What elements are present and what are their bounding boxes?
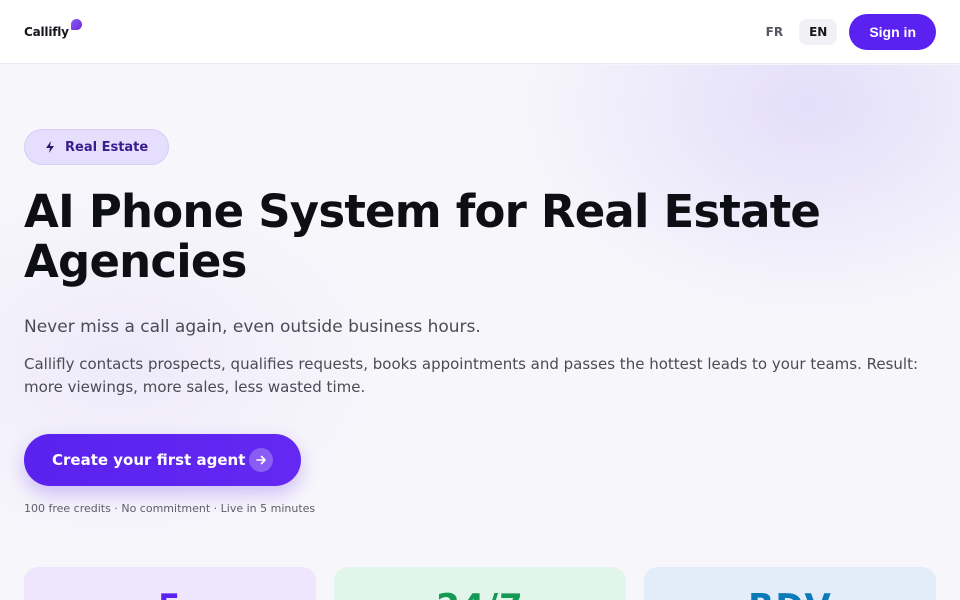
logo-mark-icon <box>70 18 82 30</box>
language-fr-button[interactable]: FR <box>756 19 793 45</box>
hero-section: Real Estate AI Phone System for Real Est… <box>0 65 960 600</box>
stat-value: RDV <box>644 587 936 600</box>
industry-badge: Real Estate <box>24 129 170 165</box>
header-actions: FR EN Sign in <box>756 13 936 50</box>
badge-label: Real Estate <box>65 139 149 155</box>
stat-value: 24/7 <box>334 587 626 600</box>
arrow-right-icon <box>249 448 273 472</box>
stat-card: 24/7 <box>334 567 626 600</box>
create-agent-button[interactable]: Create your first agent <box>24 434 301 486</box>
stat-card: RDV <box>644 567 936 600</box>
hero-subtitle: Never miss a call again, even outside bu… <box>24 317 481 337</box>
language-en-button[interactable]: EN <box>799 18 838 45</box>
logo[interactable]: Callifly <box>24 18 82 39</box>
logo-text: Callifly <box>24 24 69 39</box>
hero-description: Callifly contacts prospects, qualifies r… <box>24 355 919 396</box>
sign-in-button[interactable]: Sign in <box>849 13 936 50</box>
top-navbar: Callifly FR EN Sign in <box>0 0 960 64</box>
stat-card: 5 <box>24 567 316 600</box>
cta-label: Create your first agent <box>52 451 246 469</box>
stat-value: 5 <box>24 587 316 600</box>
page-title: AI Phone System for Real Estate Agencies <box>24 185 821 288</box>
cta-fine-print: 100 free credits · No commitment · Live … <box>24 502 316 515</box>
bolt-icon <box>46 141 54 153</box>
